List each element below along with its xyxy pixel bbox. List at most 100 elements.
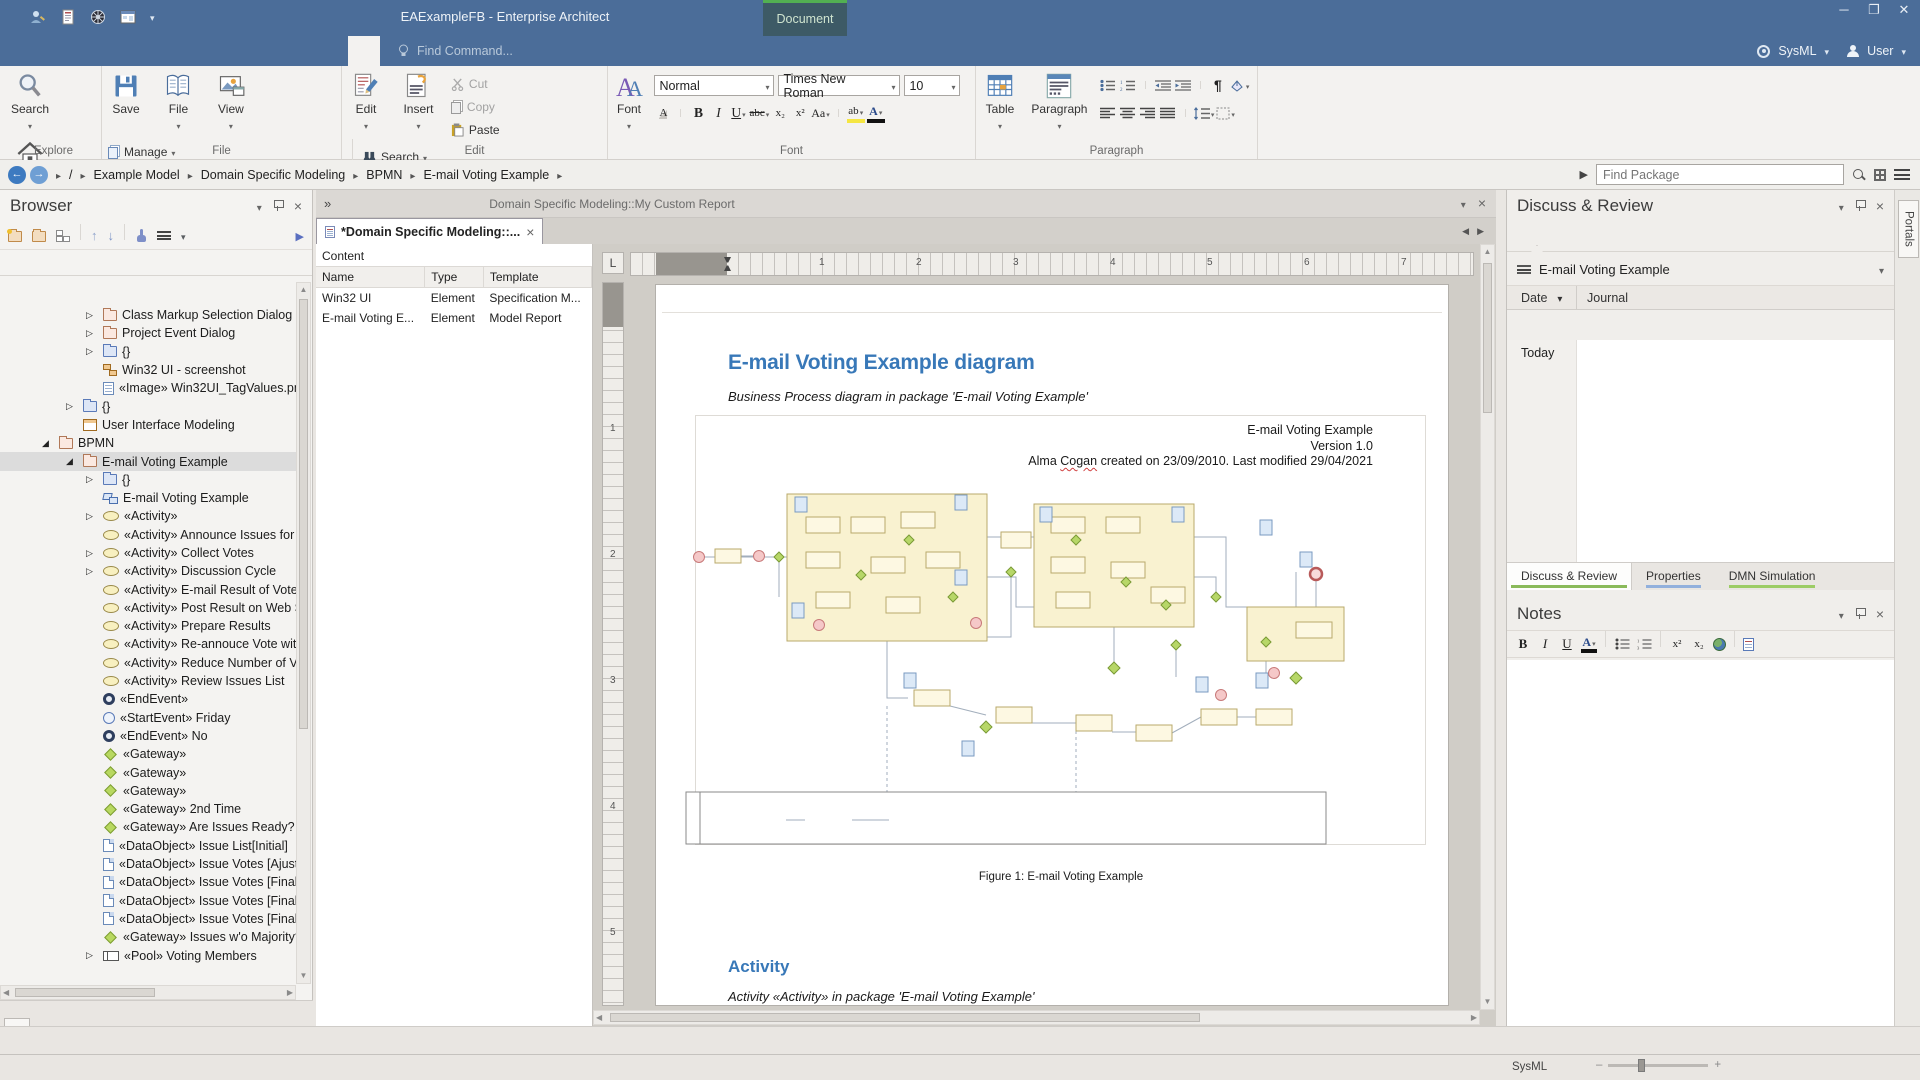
ribbon-tab[interactable]	[28, 36, 60, 66]
column-header[interactable]: Name	[316, 267, 425, 288]
tree-item[interactable]: {}	[0, 343, 296, 361]
font-color-button[interactable]	[1581, 635, 1597, 653]
cut-button[interactable]: Cut	[451, 75, 500, 93]
tree-item[interactable]: «Gateway» 2nd Time	[0, 800, 296, 818]
perspective-selector[interactable]: SysML	[1778, 44, 1816, 58]
panel-dropdown-icon[interactable]	[257, 196, 262, 216]
tree-item[interactable]: «Activity» Collect Votes	[0, 544, 296, 562]
column-header[interactable]: Type	[425, 267, 484, 288]
window-dropdown-icon[interactable]	[1461, 195, 1466, 213]
column-header[interactable]: Template	[483, 267, 591, 288]
superscript-button[interactable]	[1669, 635, 1685, 653]
hamburger-menu-icon[interactable]	[1517, 265, 1531, 274]
fill-color-icon[interactable]	[1229, 75, 1250, 95]
tree-vertical-scrollbar[interactable]: ▲ ▼	[296, 282, 311, 984]
tree-expander-icon[interactable]	[86, 548, 103, 559]
tree-item[interactable]: «Gateway»	[0, 782, 296, 800]
bullet-list-icon[interactable]	[1614, 635, 1630, 653]
element-selector[interactable]: E-mail Voting Example	[1507, 252, 1894, 286]
tree-expander-icon[interactable]	[66, 456, 83, 467]
panel-tab[interactable]: Properties	[1632, 563, 1715, 590]
tree-item[interactable]: «EndEvent»	[0, 690, 296, 708]
hyperlink-globe-icon[interactable]	[1713, 638, 1726, 651]
tree-item[interactable]: «Activity» Review Issues List	[0, 672, 296, 690]
journal-column-header[interactable]: Journal	[1577, 291, 1628, 305]
tree-expander-icon[interactable]	[86, 346, 103, 357]
increase-indent-icon[interactable]	[1174, 75, 1192, 95]
document-horizontal-scrollbar[interactable]: ◀ ▶	[593, 1010, 1480, 1025]
panel-tab[interactable]	[4, 1018, 30, 1026]
tree-expander-icon[interactable]	[42, 438, 59, 449]
move-up-icon[interactable]	[91, 227, 98, 245]
status-perspective[interactable]: SysML	[1512, 1061, 1547, 1073]
tree-item[interactable]: Class Markup Selection Dialog	[0, 306, 296, 324]
move-down-icon[interactable]	[108, 227, 115, 245]
tree-item[interactable]: {}	[0, 471, 296, 489]
font-color-button[interactable]	[867, 103, 885, 123]
pin-icon[interactable]	[1856, 200, 1864, 212]
window-controls[interactable]	[1834, 2, 1914, 18]
tile-icon[interactable]	[1874, 169, 1886, 181]
find-command[interactable]: Find Command...	[398, 36, 513, 66]
decrease-indent-icon[interactable]	[1154, 75, 1172, 95]
chevron-down-icon[interactable]	[150, 8, 155, 26]
minimize-button[interactable]	[1834, 2, 1854, 18]
document-icon[interactable]	[1743, 638, 1754, 651]
bullet-list-icon[interactable]	[1099, 75, 1117, 95]
chevron-down-icon[interactable]	[1879, 262, 1884, 277]
underline-button[interactable]	[729, 103, 747, 123]
journal-entry-area[interactable]	[1577, 340, 1894, 562]
window-icon[interactable]	[120, 9, 136, 25]
expand-icon[interactable]: ▶	[1580, 168, 1588, 181]
font-size-select[interactable]: 10	[904, 75, 960, 96]
bold-button[interactable]	[689, 103, 707, 123]
numbered-list-icon[interactable]: 12	[1119, 75, 1137, 95]
tree-item[interactable]: «Gateway» Are Issues Ready?	[0, 818, 296, 836]
tree-item[interactable]: «Gateway» Issues w'o Majority?	[0, 928, 296, 946]
report-icon[interactable]	[60, 9, 76, 25]
user-icon[interactable]	[30, 9, 46, 25]
ruler-tab-selector[interactable]: L	[602, 252, 624, 274]
pilcrow-icon[interactable]: ¶	[1209, 75, 1227, 95]
ribbon-tab[interactable]	[220, 36, 252, 66]
italic-button[interactable]	[1537, 635, 1553, 653]
expand-right-icon[interactable]	[296, 227, 304, 245]
context-tab-document[interactable]: Document	[763, 0, 847, 36]
ribbon-tab[interactable]	[156, 36, 188, 66]
font-name-select[interactable]: Times New Roman	[778, 75, 900, 96]
style-select[interactable]: Normal	[654, 75, 774, 96]
tree-item[interactable]: «DataObject» Issue Votes [Final]	[0, 892, 296, 910]
tree-item[interactable]: «Gateway»	[0, 745, 296, 763]
underline-button[interactable]	[1559, 635, 1575, 653]
tree-item[interactable]: «DataObject» Issue Votes [Ajust	[0, 855, 296, 873]
borders-icon[interactable]	[1216, 103, 1235, 123]
tree-item[interactable]: «EndEvent» No	[0, 727, 296, 745]
tree-item[interactable]: E-mail Voting Example	[0, 489, 296, 507]
tree-item[interactable]: «DataObject» Issue List[Initial]	[0, 837, 296, 855]
tree-expander-icon[interactable]	[86, 310, 103, 321]
breadcrumb-item[interactable]: Domain Specific Modeling	[201, 168, 346, 182]
superscript-button[interactable]	[791, 103, 809, 123]
tree-item[interactable]: BPMN	[0, 434, 296, 452]
journal-date-cell[interactable]: Today	[1507, 340, 1577, 562]
maximize-button[interactable]	[1864, 2, 1884, 18]
format-eraser-icon[interactable]	[654, 103, 672, 123]
save-button[interactable]: Save	[102, 66, 150, 116]
forward-button[interactable]	[30, 166, 48, 184]
panel-dropdown-icon[interactable]	[1839, 196, 1844, 216]
date-column-header[interactable]: Date	[1507, 286, 1577, 309]
tree-item[interactable]: Win32 UI - screenshot	[0, 361, 296, 379]
tree-item[interactable]: «DataObject» Issue Votes [Final	[0, 873, 296, 891]
copy-button[interactable]: Copy	[451, 98, 500, 116]
panel-tab[interactable]: Discuss & Review	[1507, 563, 1632, 590]
breadcrumb-item[interactable]: E-mail Voting Example	[423, 168, 549, 182]
change-case-button[interactable]	[811, 103, 830, 123]
zoom-slider-knob[interactable]	[1638, 1059, 1645, 1072]
close-button[interactable]	[1894, 2, 1914, 18]
ribbon-tab[interactable]	[188, 36, 220, 66]
document-page[interactable]: E-mail Voting Example diagram Business P…	[655, 284, 1449, 1006]
tree-expander-icon[interactable]	[86, 328, 103, 339]
folder-icon[interactable]	[32, 231, 46, 242]
tree-item[interactable]: «Activity» Announce Issues for V	[0, 526, 296, 544]
panel-close-icon[interactable]	[1876, 604, 1884, 624]
